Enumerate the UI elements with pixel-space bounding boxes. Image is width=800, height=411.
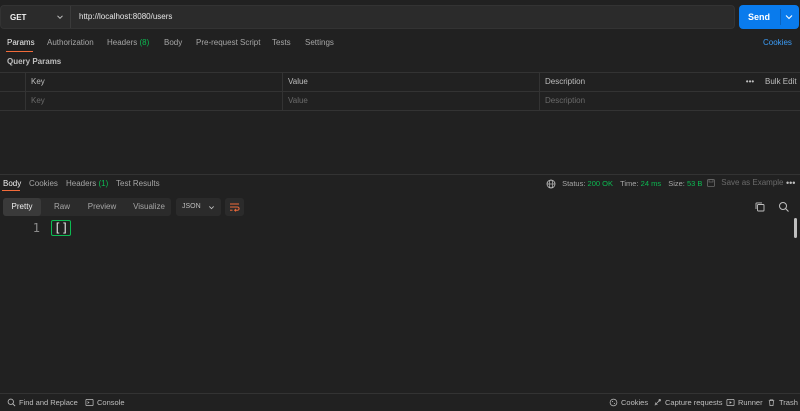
save-icon: [707, 179, 715, 187]
description-input[interactable]: Description: [539, 92, 800, 110]
response-tab-headers-count: (1): [98, 179, 109, 188]
active-tab-indicator: [2, 190, 20, 191]
tab-params[interactable]: Params: [7, 38, 35, 50]
trash-label: Trash: [779, 398, 798, 407]
chevron-down-icon: [57, 15, 63, 20]
scrollbar[interactable]: [794, 218, 797, 238]
bulk-edit-button[interactable]: Bulk Edit: [759, 73, 800, 91]
tab-headers[interactable]: Headers (8): [107, 38, 149, 50]
cookies-button[interactable]: Cookies: [609, 398, 648, 407]
trash-icon: [768, 399, 775, 407]
save-as-example-button[interactable]: Save as Example: [706, 178, 784, 188]
time-value[interactable]: 24 ms: [641, 179, 661, 188]
response-status: Status: 200 OK Time: 24 ms Size: 53 B: [546, 179, 702, 190]
tab-tests[interactable]: Tests: [272, 38, 291, 50]
tab-body[interactable]: Body: [164, 38, 182, 50]
divider: [0, 110, 800, 111]
language-select[interactable]: JSON: [176, 198, 221, 216]
table-row: Key Value Description: [0, 91, 800, 110]
cookies-link[interactable]: Cookies: [763, 38, 792, 47]
tab-settings[interactable]: Settings: [305, 38, 334, 50]
tab-pre-request-script[interactable]: Pre-request Script: [196, 38, 260, 50]
response-tab-body[interactable]: Body: [3, 179, 21, 188]
key-input[interactable]: Key: [25, 92, 282, 110]
trash-button[interactable]: Trash: [767, 398, 798, 407]
column-key: Key: [25, 73, 282, 91]
line-number: 1: [32, 221, 40, 235]
cookies-label: Cookies: [621, 398, 649, 407]
language-select-value: JSON: [182, 203, 201, 210]
wrap-lines-button[interactable]: [225, 198, 244, 216]
column-description: Description: [539, 73, 741, 91]
mode-pretty[interactable]: Pretty: [3, 198, 41, 216]
more-options-icon[interactable]: •••: [741, 73, 759, 91]
globe-icon[interactable]: [546, 179, 556, 189]
url-input[interactable]: http://localhost:8080/users: [79, 6, 172, 28]
response-tab-headers[interactable]: Headers (1): [66, 179, 108, 188]
value-input[interactable]: Value: [282, 92, 539, 110]
response-tab-test-results[interactable]: Test Results: [116, 179, 160, 188]
status-value[interactable]: 200 OK: [588, 179, 613, 188]
satellite-icon: [654, 399, 661, 406]
method-label: GET: [10, 12, 27, 22]
send-button-label: Send: [747, 12, 770, 22]
status-bar: Find and Replace Console Cookies Capture…: [0, 393, 800, 411]
chevron-down-icon[interactable]: [784, 13, 794, 21]
find-and-replace-label: Find and Replace: [19, 398, 78, 407]
query-params-table: Key Value Description ••• Bulk Edit Key …: [0, 72, 800, 110]
copy-icon[interactable]: [754, 201, 766, 213]
console-label: Console: [97, 398, 125, 407]
save-as-example-label: Save as Example: [721, 178, 784, 188]
method-select[interactable]: GET: [1, 6, 71, 28]
more-options-icon[interactable]: •••: [786, 178, 795, 188]
runner-label: Runner: [738, 398, 763, 407]
runner-button[interactable]: Runner: [726, 398, 763, 407]
search-icon[interactable]: [778, 201, 790, 213]
console-icon: [85, 398, 94, 407]
format-mode-group: Pretty Raw Preview Visualize: [3, 198, 171, 216]
send-button[interactable]: Send: [739, 5, 799, 29]
response-tab-headers-label: Headers: [66, 179, 97, 188]
tab-headers-label: Headers: [107, 38, 138, 47]
url-bar: GET http://localhost:8080/users: [0, 5, 735, 29]
console-button[interactable]: Console: [85, 398, 125, 407]
column-value: Value: [282, 73, 539, 91]
chevron-down-icon: [209, 206, 214, 210]
tab-authorization[interactable]: Authorization: [47, 38, 94, 50]
send-divider: [780, 9, 781, 25]
size-label: Size:: [668, 179, 685, 188]
capture-requests-button[interactable]: Capture requests: [653, 398, 723, 407]
cookie-icon: [609, 398, 618, 407]
query-params-title: Query Params: [7, 57, 62, 66]
mode-visualize[interactable]: Visualize: [127, 198, 171, 216]
response-tab-cookies[interactable]: Cookies: [29, 179, 58, 188]
search-icon: [7, 398, 16, 407]
table-header-row: Key Value Description ••• Bulk Edit: [0, 72, 800, 91]
wrap-lines-icon: [230, 203, 240, 212]
divider: [0, 174, 800, 175]
time-label: Time:: [620, 179, 639, 188]
mode-raw[interactable]: Raw: [47, 198, 77, 216]
runner-icon: [726, 398, 735, 407]
response-body-content[interactable]: []: [51, 220, 72, 236]
mode-preview[interactable]: Preview: [81, 198, 123, 216]
tab-headers-count: (8): [139, 38, 150, 47]
find-and-replace-button[interactable]: Find and Replace: [7, 398, 78, 407]
status-label: Status:: [562, 179, 586, 188]
active-tab-indicator: [6, 51, 33, 52]
capture-requests-label: Capture requests: [665, 398, 723, 407]
size-value[interactable]: 53 B: [687, 179, 702, 188]
